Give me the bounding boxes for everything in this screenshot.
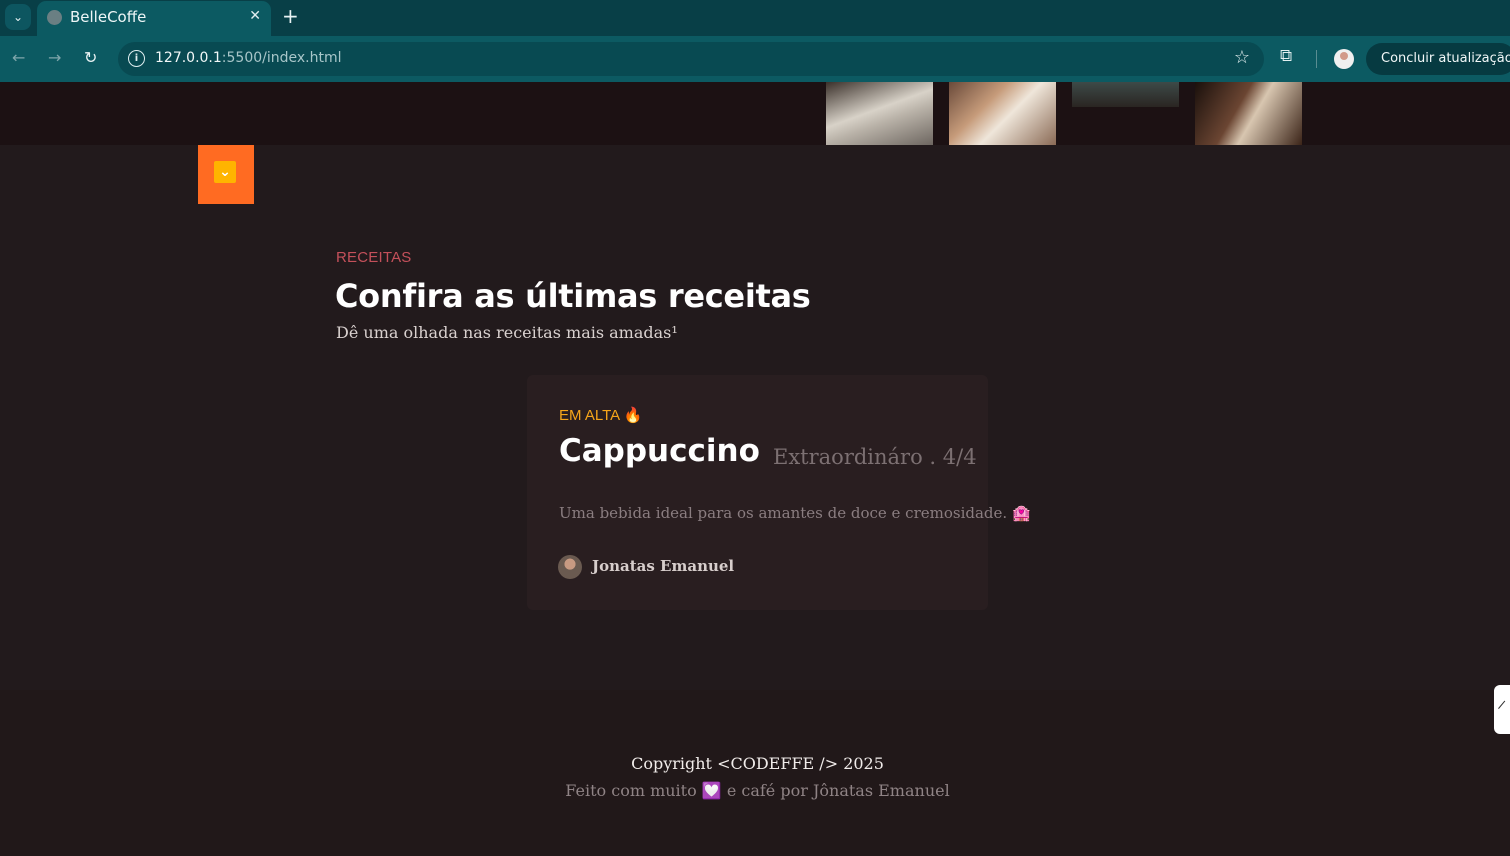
recipe-card[interactable]: EM ALTA 🔥 Cappuccino Extraordináro . 4/4… bbox=[527, 375, 1031, 610]
gallery-image-woman-drinking bbox=[1195, 82, 1302, 145]
extensions-puzzle-icon[interactable]: ⧉ bbox=[1280, 46, 1292, 66]
section-tag: RECEITAS bbox=[336, 249, 412, 266]
tab-search-chevron-down-icon[interactable]: ⌄ bbox=[5, 4, 31, 30]
site-info-icon[interactable]: i bbox=[128, 50, 145, 67]
url-host: 127.0.0.1 bbox=[155, 50, 222, 66]
globe-icon bbox=[47, 10, 62, 25]
trending-badge: EM ALTA 🔥 bbox=[559, 407, 643, 424]
url-text: 127.0.0.1:5500/index.html bbox=[155, 50, 342, 66]
toolbar-divider bbox=[1316, 50, 1317, 68]
gallery-image-hand-holding-cup bbox=[949, 82, 1056, 145]
recipe-rating: Extraordináro . 4/4 bbox=[773, 445, 977, 469]
author-avatar bbox=[558, 555, 582, 579]
close-icon[interactable]: ✕ bbox=[249, 8, 261, 24]
recipe-description: Uma bebida ideal para os amantes de doce… bbox=[559, 504, 1031, 522]
section-title: Confira as últimas receitas bbox=[335, 277, 811, 315]
update-button[interactable]: Concluir atualização bbox=[1366, 43, 1510, 75]
tab-title: BelleCoffe bbox=[70, 8, 147, 26]
hero-gallery bbox=[0, 82, 1510, 145]
gallery-image-coffee-beans bbox=[1072, 82, 1179, 107]
author-name: Jonatas Emanuel bbox=[592, 557, 735, 575]
copyright-text: Copyright <CODEFFE /> 2025 bbox=[631, 754, 884, 773]
recipe-name: Cappuccino bbox=[559, 433, 760, 469]
browser-tab-bar: ⌄ BelleCoffe ✕ + bbox=[0, 0, 1510, 36]
new-tab-plus-icon[interactable]: + bbox=[282, 4, 299, 28]
reload-icon[interactable]: ↻ bbox=[84, 48, 97, 67]
gallery-image-coffee-cup bbox=[826, 82, 933, 145]
address-bar[interactable]: i 127.0.0.1:5500/index.html ☆ bbox=[118, 42, 1264, 76]
url-path: :5500/index.html bbox=[221, 50, 342, 66]
back-arrow-icon[interactable]: ← bbox=[12, 48, 25, 67]
bookmark-star-icon[interactable]: ☆ bbox=[1234, 47, 1250, 68]
side-drawer-handle[interactable] bbox=[1494, 685, 1510, 734]
section-subtitle: Dê uma olhada nas receitas mais amadas¹ bbox=[336, 323, 678, 342]
profile-avatar-icon[interactable] bbox=[1334, 49, 1354, 69]
forward-arrow-icon[interactable]: → bbox=[48, 48, 61, 67]
made-with-text: Feito com muito 💟 e café por Jônatas Ema… bbox=[565, 781, 950, 800]
double-chevron-down-icon: ⌄ bbox=[214, 161, 236, 183]
scroll-down-button[interactable]: ⌄ bbox=[198, 145, 254, 204]
page-footer: Copyright <CODEFFE /> 2025 Feito com mui… bbox=[0, 690, 1510, 856]
browser-tab[interactable]: BelleCoffe ✕ bbox=[37, 1, 271, 36]
